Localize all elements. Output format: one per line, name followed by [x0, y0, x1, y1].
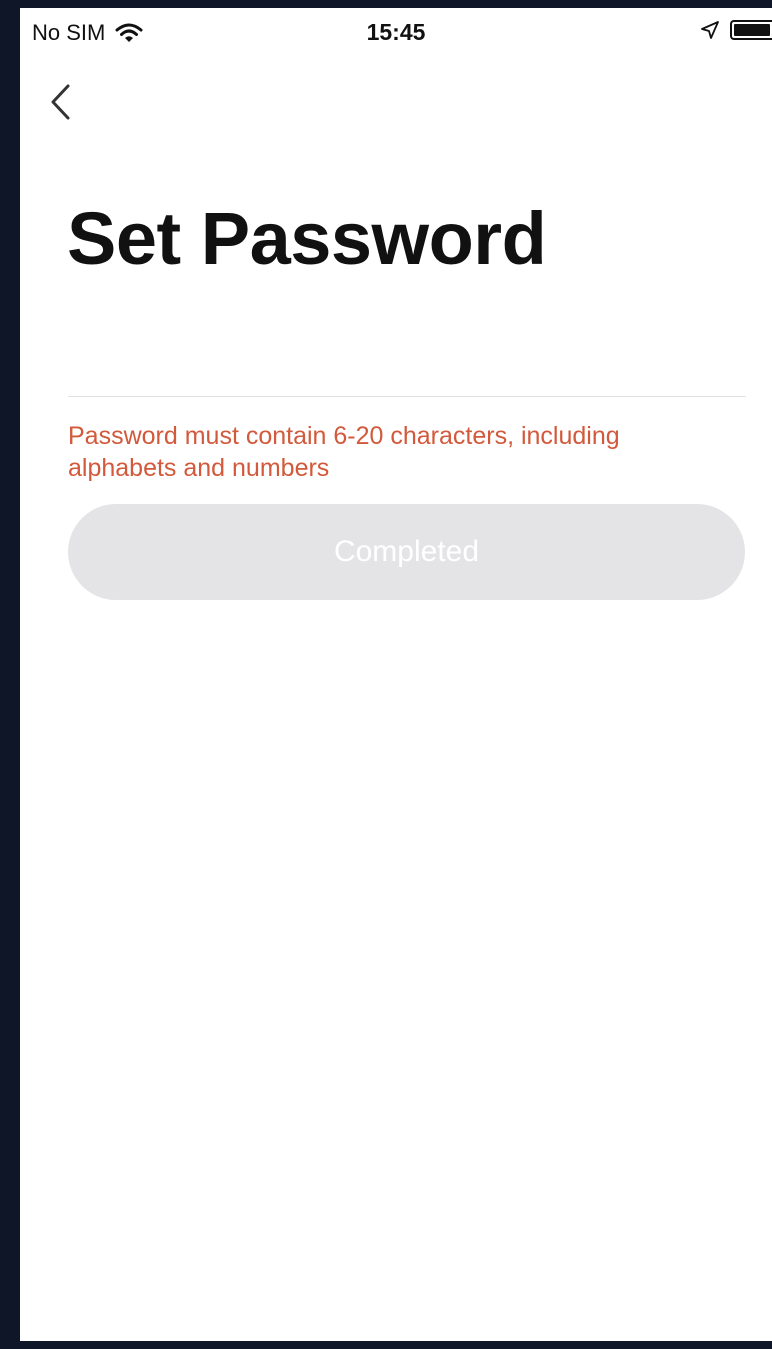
back-button[interactable] [40, 76, 80, 128]
status-right-group [700, 20, 772, 40]
password-hint: Password must contain 6-20 characters, i… [68, 422, 620, 482]
status-bar: No SIM 15:45 [20, 8, 772, 54]
app-screen: No SIM 15:45 Set Password Password must … [20, 8, 772, 1341]
location-arrow-icon [700, 20, 720, 40]
chevron-left-icon [51, 84, 70, 120]
password-input[interactable] [68, 344, 746, 397]
device-frame: No SIM 15:45 Set Password Password must … [0, 0, 772, 1349]
completed-button[interactable]: Completed [68, 504, 745, 600]
page-title: Set Password [67, 197, 547, 280]
battery-level [734, 24, 770, 36]
status-time: 15:45 [366, 19, 426, 45]
battery-icon [730, 20, 772, 40]
completed-button-label: Completed [333, 535, 480, 568]
